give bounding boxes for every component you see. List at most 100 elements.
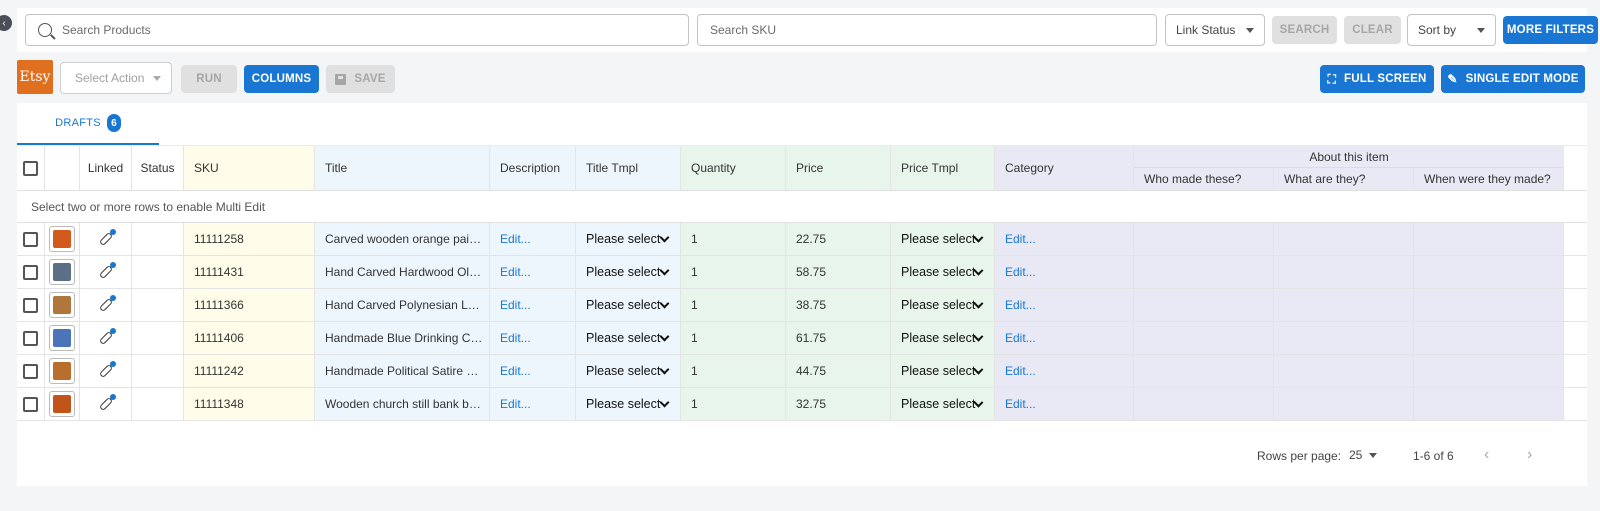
more-filters-button[interactable]: MORE FILTERS (1503, 16, 1598, 44)
sku-header[interactable]: SKU (184, 146, 315, 190)
link-status-select[interactable]: Link Status (1165, 14, 1265, 46)
who-made-cell[interactable] (1134, 223, 1274, 255)
next-page-button[interactable]: › (1527, 446, 1532, 464)
quantity-cell[interactable]: 1 (681, 355, 786, 387)
price-tmpl-select[interactable]: Please select (901, 232, 994, 246)
product-thumbnail[interactable] (49, 358, 75, 384)
title-tmpl-select[interactable]: Please select (586, 232, 680, 246)
rows-per-page-select[interactable]: 25 (1349, 448, 1378, 462)
price-tmpl-select[interactable]: Please select (901, 331, 994, 345)
when-made-cell[interactable] (1414, 388, 1564, 420)
quantity-cell[interactable]: 1 (681, 289, 786, 321)
price-tmpl-select[interactable]: Please select (901, 364, 994, 378)
price-tmpl-header[interactable]: Price Tmpl (891, 146, 995, 190)
product-thumbnail[interactable] (49, 325, 75, 351)
what-are-they-cell[interactable] (1274, 223, 1414, 255)
who-made-cell[interactable] (1134, 355, 1274, 387)
sku-cell[interactable]: 11111431 (184, 256, 315, 288)
category-edit-link[interactable]: Edit... (1005, 232, 1036, 246)
search-button[interactable]: SEARCH (1272, 16, 1337, 44)
category-header[interactable]: Category (995, 146, 1134, 190)
sku-cell[interactable]: 11111348 (184, 388, 315, 420)
row-checkbox[interactable] (23, 396, 38, 412)
product-thumbnail[interactable] (49, 259, 75, 285)
category-edit-link[interactable]: Edit... (1005, 331, 1036, 345)
title-tmpl-header[interactable]: Title Tmpl (576, 146, 681, 190)
title-tmpl-select[interactable]: Please select (586, 331, 680, 345)
search-products-input[interactable]: Search Products (25, 14, 689, 46)
title-cell[interactable]: Hand Carved Hardwood Old M… (315, 256, 490, 288)
when-made-cell[interactable] (1414, 289, 1564, 321)
price-cell[interactable]: 32.75 (786, 388, 891, 420)
row-checkbox[interactable] (23, 330, 38, 346)
price-tmpl-select[interactable]: Please select (901, 298, 994, 312)
row-checkbox[interactable] (23, 297, 38, 313)
when-made-cell[interactable] (1414, 322, 1564, 354)
link-icon[interactable] (98, 328, 116, 346)
quantity-cell[interactable]: 1 (681, 223, 786, 255)
who-made-cell[interactable] (1134, 256, 1274, 288)
full-screen-button[interactable]: ⛶ FULL SCREEN (1320, 65, 1434, 93)
sku-cell[interactable]: 11111366 (184, 289, 315, 321)
description-edit-link[interactable]: Edit... (500, 397, 531, 411)
category-edit-link[interactable]: Edit... (1005, 298, 1036, 312)
title-tmpl-select[interactable]: Please select (586, 298, 680, 312)
price-header[interactable]: Price (786, 146, 891, 190)
what-are-they-cell[interactable] (1274, 355, 1414, 387)
row-checkbox[interactable] (23, 231, 38, 247)
link-icon[interactable] (98, 262, 116, 280)
who-made-header[interactable]: Who made these? (1134, 168, 1274, 190)
save-button[interactable]: SAVE (326, 65, 395, 93)
columns-button[interactable]: COLUMNS (244, 65, 319, 93)
title-header[interactable]: Title (315, 146, 490, 190)
sku-cell[interactable]: 11111406 (184, 322, 315, 354)
clear-button[interactable]: CLEAR (1344, 16, 1401, 44)
when-made-header[interactable]: When were they made? (1414, 168, 1564, 190)
link-icon[interactable] (98, 229, 116, 247)
product-thumbnail[interactable] (49, 391, 75, 417)
title-cell[interactable]: Handmade Blue Drinking Cock… (315, 322, 490, 354)
who-made-cell[interactable] (1134, 289, 1274, 321)
linked-header[interactable]: Linked (80, 146, 132, 190)
description-edit-link[interactable]: Edit... (500, 331, 531, 345)
sidebar-collapse-button[interactable]: ‹ (0, 15, 12, 31)
category-edit-link[interactable]: Edit... (1005, 364, 1036, 378)
price-cell[interactable]: 58.75 (786, 256, 891, 288)
link-icon[interactable] (98, 394, 116, 412)
sku-cell[interactable]: 11111258 (184, 223, 315, 255)
link-icon[interactable] (98, 295, 116, 313)
title-cell[interactable]: Hand Carved Polynesian Lady … (315, 289, 490, 321)
single-edit-mode-button[interactable]: ✎ SINGLE EDIT MODE (1441, 65, 1585, 93)
quantity-header[interactable]: Quantity (681, 146, 786, 190)
title-tmpl-select[interactable]: Please select (586, 397, 680, 411)
row-checkbox[interactable] (23, 363, 38, 379)
price-tmpl-select[interactable]: Please select (901, 397, 994, 411)
status-header[interactable]: Status (132, 146, 184, 190)
price-cell[interactable]: 22.75 (786, 223, 891, 255)
when-made-cell[interactable] (1414, 355, 1564, 387)
title-cell[interactable]: Handmade Political Satire Woo… (315, 355, 490, 387)
price-cell[interactable]: 61.75 (786, 322, 891, 354)
when-made-cell[interactable] (1414, 256, 1564, 288)
description-header[interactable]: Description (490, 146, 576, 190)
quantity-cell[interactable]: 1 (681, 322, 786, 354)
who-made-cell[interactable] (1134, 388, 1274, 420)
when-made-cell[interactable] (1414, 223, 1564, 255)
product-thumbnail[interactable] (49, 226, 75, 252)
quantity-cell[interactable]: 1 (681, 256, 786, 288)
description-edit-link[interactable]: Edit... (500, 232, 531, 246)
category-edit-link[interactable]: Edit... (1005, 397, 1036, 411)
price-cell[interactable]: 44.75 (786, 355, 891, 387)
row-checkbox[interactable] (23, 264, 38, 280)
description-edit-link[interactable]: Edit... (500, 364, 531, 378)
title-cell[interactable]: Wooden church still bank by B… (315, 388, 490, 420)
what-are-they-header[interactable]: What are they? (1274, 168, 1414, 190)
what-are-they-cell[interactable] (1274, 256, 1414, 288)
tab-drafts[interactable]: DRAFTS 6 (17, 103, 159, 145)
title-tmpl-select[interactable]: Please select (586, 364, 680, 378)
price-cell[interactable]: 38.75 (786, 289, 891, 321)
search-sku-input[interactable]: Search SKU (697, 14, 1157, 46)
product-thumbnail[interactable] (49, 292, 75, 318)
select-all-checkbox[interactable] (23, 160, 38, 176)
what-are-they-cell[interactable] (1274, 289, 1414, 321)
